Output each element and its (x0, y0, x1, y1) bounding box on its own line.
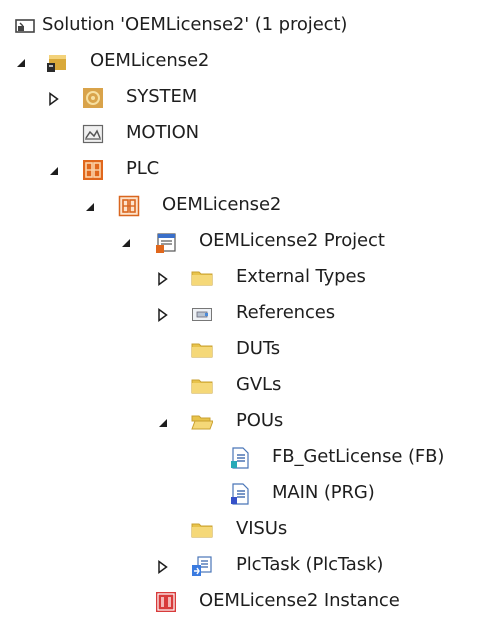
tree-item-label: OEMLicense2 (90, 50, 210, 71)
tree-item-plc[interactable]: PLC (0, 152, 483, 188)
tree-item-label: Solution 'OEMLicense2' (1 project) (42, 14, 348, 35)
tree-item-system[interactable]: SYSTEM (0, 80, 483, 116)
tree-item-fb-getlicense[interactable]: FB_GetLicense (FB) (0, 440, 483, 476)
collapsed-arrow-icon[interactable] (156, 272, 170, 286)
tree-item-label: References (236, 302, 336, 323)
twincat-project-icon (46, 51, 68, 73)
tree-item-label: External Types (236, 266, 366, 287)
plc-project-file-icon (155, 231, 177, 253)
tree-item-twincat-project[interactable]: OEMLicense2 (0, 44, 483, 80)
tree-item-label: MAIN (PRG) (272, 482, 375, 503)
tree-item-label: SYSTEM (126, 86, 198, 107)
tree-item-label: DUTs (236, 338, 281, 359)
tree-item-label: MOTION (126, 122, 200, 143)
tree-item-label: GVLs (236, 374, 282, 395)
instance-icon (155, 591, 177, 613)
plc-project-icon (118, 195, 140, 217)
program-icon (228, 483, 250, 505)
folder-icon (191, 375, 213, 397)
collapsed-arrow-icon[interactable] (156, 308, 170, 322)
expanded-arrow-icon[interactable] (14, 56, 28, 70)
tree-item-label: POUs (236, 410, 284, 431)
task-icon (191, 555, 213, 577)
tree-item-label: FB_GetLicense (FB) (272, 446, 445, 467)
tree-item-label: PLC (126, 158, 160, 179)
solution-icon (14, 15, 36, 37)
tree-item-label: PlcTask (PlcTask) (236, 554, 384, 575)
tree-item-gvls[interactable]: GVLs (0, 368, 483, 404)
tree-item-plctask[interactable]: PlcTask (PlcTask) (0, 548, 483, 584)
collapsed-arrow-icon[interactable] (47, 92, 61, 106)
folder-open-icon (191, 411, 213, 433)
tree-item-solution[interactable]: Solution 'OEMLicense2' (1 project) (0, 8, 483, 44)
expanded-arrow-icon[interactable] (156, 416, 170, 430)
motion-icon (82, 123, 104, 145)
tree-item-visus[interactable]: VISUs (0, 512, 483, 548)
plc-icon (82, 159, 104, 181)
tree-item-main[interactable]: MAIN (PRG) (0, 476, 483, 512)
tree-item-plc-project-file[interactable]: OEMLicense2 Project (0, 224, 483, 260)
tree-item-references[interactable]: References (0, 296, 483, 332)
expanded-arrow-icon[interactable] (83, 200, 97, 214)
tree-item-label: OEMLicense2 Instance (199, 590, 400, 611)
function-block-icon (228, 447, 250, 469)
tree-item-external-types[interactable]: External Types (0, 260, 483, 296)
folder-icon (191, 339, 213, 361)
tree-item-plc-project[interactable]: OEMLicense2 (0, 188, 483, 224)
tree-item-label: OEMLicense2 Project (199, 230, 385, 251)
tree-item-plc-instance[interactable]: OEMLicense2 Instance (0, 584, 483, 620)
folder-icon (191, 267, 213, 289)
collapsed-arrow-icon[interactable] (156, 560, 170, 574)
solution-explorer-tree: Solution 'OEMLicense2' (1 project) OEMLi… (0, 0, 483, 626)
tree-item-duts[interactable]: DUTs (0, 332, 483, 368)
tree-item-label: OEMLicense2 (162, 194, 282, 215)
expanded-arrow-icon[interactable] (47, 164, 61, 178)
system-icon (82, 87, 104, 109)
tree-item-label: VISUs (236, 518, 288, 539)
expanded-arrow-icon[interactable] (119, 236, 133, 250)
references-icon (191, 303, 213, 325)
tree-item-pous[interactable]: POUs (0, 404, 483, 440)
folder-icon (191, 519, 213, 541)
tree-item-motion[interactable]: MOTION (0, 116, 483, 152)
